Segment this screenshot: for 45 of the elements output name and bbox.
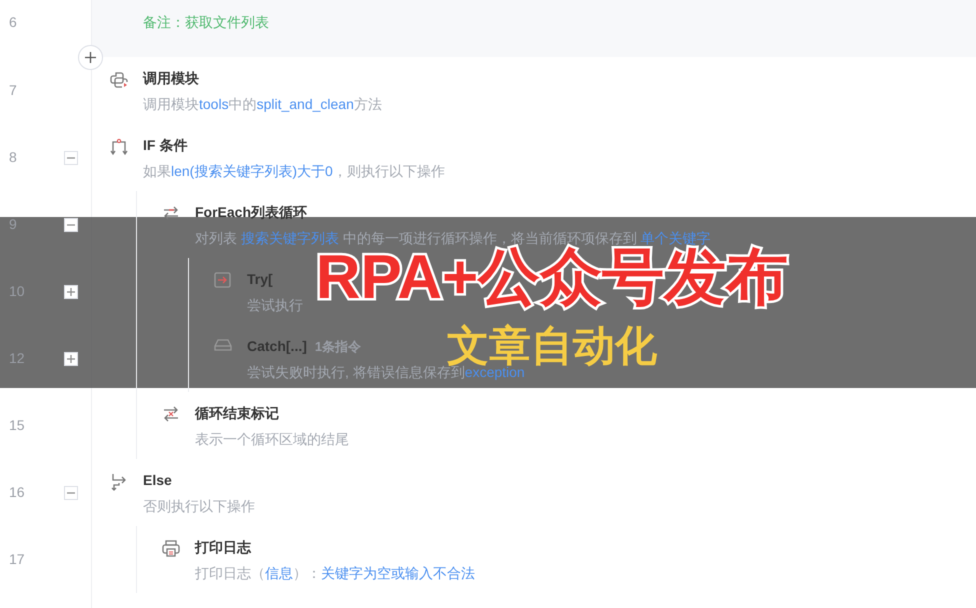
step-description: 否则执行以下操作	[143, 497, 255, 516]
step-description: 如果len(搜索关键字列表)大于0，则执行以下操作	[143, 162, 445, 181]
step-description: 表示一个循环区域的结尾	[195, 430, 349, 449]
step-title: Try[	[247, 270, 273, 289]
python-icon	[110, 71, 128, 89]
step-description: 尝试执行	[247, 296, 303, 315]
tray-icon	[214, 339, 232, 351]
step-title: 打印日志	[195, 538, 251, 557]
line-number: 16	[9, 483, 26, 502]
step-title: 调用模块	[143, 69, 199, 88]
step-description: 打印日志（信息）：关键字为空或输入不合法	[195, 564, 475, 583]
banner-title: RPA+公众号发布	[316, 247, 788, 309]
step-description: 对列表 搜索关键字列表 中的每一项进行循环操作，将当前循环项保存到 单个关键字	[195, 229, 711, 246]
expand-toggle[interactable]	[64, 352, 78, 366]
collapse-toggle[interactable]	[64, 218, 78, 232]
line-number: 7	[9, 81, 18, 100]
banner-subtitle: 文章自动化	[447, 325, 657, 367]
collapse-toggle[interactable]	[64, 486, 78, 500]
loop-end-icon	[162, 406, 180, 422]
line-number: 10	[9, 282, 26, 301]
step-description: 调用模块tools中的split_and_clean方法	[143, 95, 382, 114]
step-title: 循环结束标记	[195, 404, 279, 423]
line-number: 17	[9, 550, 26, 569]
plus-icon	[67, 354, 75, 362]
step-title: Catch[...]	[247, 337, 307, 356]
enter-box-icon	[214, 272, 231, 288]
line-number: 12	[9, 349, 26, 368]
line-number: 8	[9, 148, 18, 167]
add-step-button[interactable]	[78, 45, 103, 70]
collapse-toggle[interactable]	[64, 150, 78, 164]
expand-toggle[interactable]	[64, 284, 78, 298]
plus-icon	[67, 288, 75, 296]
instruction-count: 1条指令	[314, 338, 362, 356]
branch-icon	[110, 138, 128, 156]
fork-arrows-icon	[110, 473, 128, 491]
step-title: Else	[143, 471, 172, 490]
loop-icon	[162, 205, 180, 221]
step-title: IF 条件	[143, 136, 188, 155]
line-number: 9	[9, 215, 18, 234]
line-number: 15	[9, 416, 26, 435]
line-number: 6	[9, 13, 18, 32]
plus-icon	[85, 52, 96, 63]
step-title: ForEach列表循环	[195, 203, 308, 222]
note-text: 备注：获取文件列表	[143, 13, 269, 32]
printer-icon	[162, 540, 180, 557]
